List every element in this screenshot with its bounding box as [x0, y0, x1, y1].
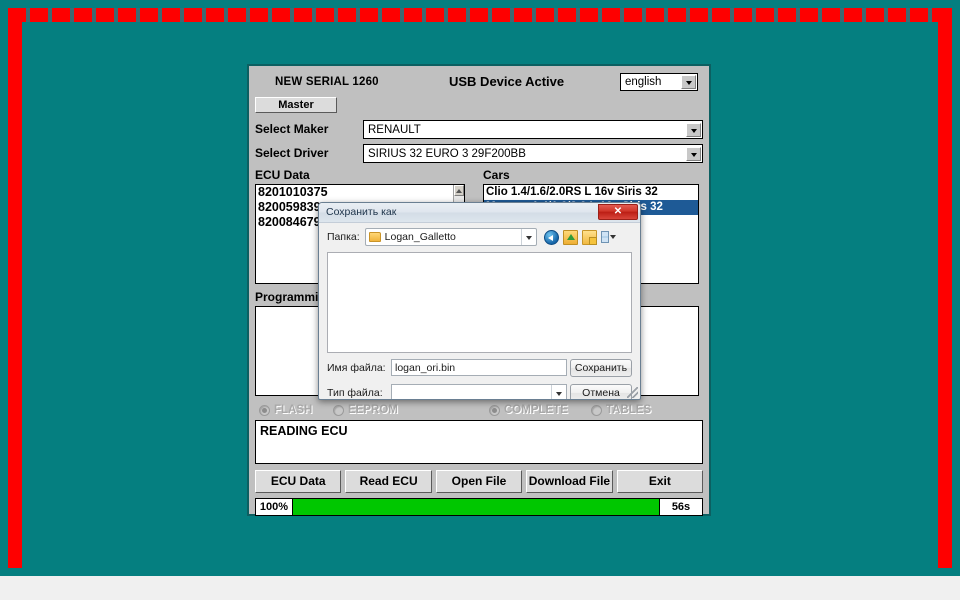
progress-bar: 100% 56s	[255, 498, 703, 516]
progress-track	[293, 498, 659, 516]
language-value: english	[625, 76, 662, 88]
folder-label: Папка:	[327, 231, 360, 243]
serial-number-label: NEW SERIAL 1260	[275, 76, 379, 88]
mode-radio-group: FLASH EEPROM COMPLETE TABLES	[255, 404, 703, 420]
red-border-right	[938, 8, 952, 568]
action-button-bar: ECU Data Read ECU Open File Download Fil…	[255, 470, 704, 493]
filetype-label: Тип файла:	[327, 386, 383, 399]
radio-tables-label: TABLES	[606, 404, 652, 416]
select-maker-value: RENAULT	[368, 123, 421, 136]
filename-value: logan_ori.bin	[395, 361, 456, 374]
page-bottom-strip	[0, 576, 960, 600]
views-icon[interactable]	[600, 230, 616, 245]
up-folder-icon[interactable]	[562, 229, 578, 245]
views-grid-icon	[600, 231, 609, 243]
language-select[interactable]: english	[620, 73, 698, 91]
select-driver-value: SIRIUS 32 EURO 3 29F200BB	[368, 147, 526, 160]
filetype-select[interactable]	[391, 384, 567, 399]
radio-complete-label: COMPLETE	[504, 404, 568, 416]
dialog-titlebar: Сохранить как ✕	[319, 203, 640, 223]
ecu-data-button[interactable]: ECU Data	[255, 470, 342, 493]
open-file-button[interactable]: Open File	[435, 470, 523, 493]
exit-button[interactable]: Exit	[616, 470, 704, 493]
red-border-left	[8, 8, 22, 568]
select-driver-row: Select Driver SIRIUS 32 EURO 3 29F200BB	[255, 144, 703, 163]
progress-percent-label: 100%	[255, 498, 293, 516]
ecu-data-label: ECU Data	[255, 168, 310, 182]
master-button[interactable]: Master	[255, 97, 337, 113]
filename-row: Имя файла: logan_ori.bin Сохранить	[327, 357, 632, 378]
chevron-down-icon	[609, 235, 616, 239]
chevron-down-icon[interactable]	[686, 122, 701, 137]
red-border-top	[8, 8, 952, 22]
desktop-background: NEW SERIAL 1260 USB Device Active englis…	[0, 0, 960, 576]
window-header: NEW SERIAL 1260 USB Device Active englis…	[257, 72, 701, 96]
chevron-down-icon[interactable]	[686, 146, 701, 161]
dialog-title: Сохранить как	[326, 206, 397, 218]
filename-input[interactable]: logan_ori.bin	[391, 359, 567, 376]
select-driver-label: Select Driver	[255, 146, 329, 160]
radio-dot-icon[interactable]	[591, 404, 602, 416]
radio-flash-label: FLASH	[274, 404, 313, 416]
new-folder-icon[interactable]	[581, 229, 597, 245]
file-list[interactable]	[327, 252, 632, 353]
save-button[interactable]: Сохранить	[570, 358, 632, 377]
scroll-up-icon[interactable]	[454, 185, 464, 196]
filename-label: Имя файла:	[327, 361, 386, 374]
resize-grip[interactable]	[627, 387, 638, 398]
download-file-button[interactable]: Download File	[526, 470, 613, 493]
radio-eeprom-label: EEPROM	[348, 404, 398, 416]
select-maker-label: Select Maker	[255, 122, 329, 136]
usb-status-label: USB Device Active	[449, 74, 565, 89]
list-item[interactable]: Clio 1.4/1.6/2.0RS L 16v Siris 32	[484, 185, 698, 200]
chevron-down-icon[interactable]	[520, 229, 536, 245]
list-item[interactable]: 8201010375	[256, 185, 464, 200]
filetype-row: Тип файла: Отмена	[327, 382, 632, 399]
dialog-toolbar	[543, 229, 616, 245]
folder-row: Папка: Logan_Galletto	[327, 227, 632, 247]
select-driver-combo[interactable]: SIRIUS 32 EURO 3 29F200BB	[363, 144, 703, 163]
folder-value: Logan_Galletto	[384, 231, 456, 243]
folder-combo[interactable]: Logan_Galletto	[364, 228, 537, 246]
progress-time-label: 56s	[659, 498, 703, 516]
cancel-button[interactable]: Отмена	[570, 383, 632, 399]
folder-icon	[368, 232, 381, 242]
close-icon[interactable]: ✕	[598, 204, 638, 220]
radio-complete[interactable]: COMPLETE	[489, 404, 568, 416]
radio-flash[interactable]: FLASH	[259, 404, 312, 416]
chevron-down-icon[interactable]	[681, 75, 696, 89]
radio-dot-icon[interactable]	[259, 404, 270, 416]
radio-tables[interactable]: TABLES	[591, 404, 651, 416]
cars-label: Cars	[483, 168, 510, 182]
radio-dot-icon[interactable]	[333, 404, 344, 416]
select-maker-combo[interactable]: RENAULT	[363, 120, 703, 139]
read-ecu-button[interactable]: Read ECU	[345, 470, 432, 493]
radio-dot-icon[interactable]	[489, 404, 500, 416]
select-maker-row: Select Maker RENAULT	[255, 120, 703, 139]
progress-fill	[293, 499, 659, 515]
status-log-box[interactable]: READING ECU	[255, 420, 703, 464]
status-log-text: READING ECU	[260, 424, 348, 438]
save-as-dialog: Сохранить как ✕ Папка: Logan_Galletto Им…	[318, 202, 641, 400]
back-icon[interactable]	[543, 229, 559, 245]
chevron-down-icon[interactable]	[551, 384, 566, 399]
radio-eeprom[interactable]: EEPROM	[333, 404, 398, 416]
